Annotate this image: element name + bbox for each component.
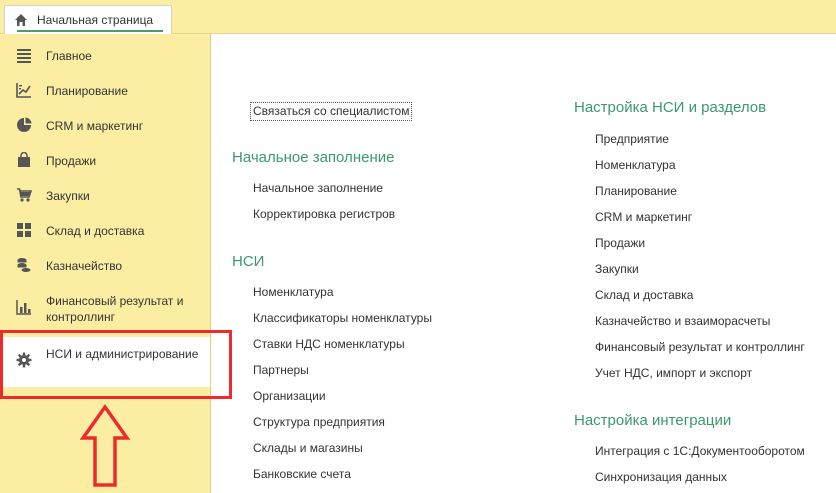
section-link[interactable]: Синхронизация данных: [595, 470, 727, 485]
planning-chart-icon: [16, 83, 31, 98]
section-link[interactable]: Закупки: [595, 262, 639, 277]
coins-icon: [17, 258, 31, 272]
sidebar-item-label: Планирование: [46, 84, 128, 98]
section-link[interactable]: Склад и доставка: [595, 288, 693, 303]
bar-chart-icon: [16, 300, 31, 315]
section-link[interactable]: Номенклатура: [595, 158, 676, 173]
sidebar-item-label: Склад и доставка: [46, 224, 145, 238]
section-link[interactable]: Интеграция с 1С:Документооборотом: [595, 444, 805, 459]
section-link[interactable]: Планирование: [595, 184, 677, 199]
section-link[interactable]: Предприятие: [595, 132, 669, 147]
section-link[interactable]: Номенклатура: [253, 285, 334, 300]
section-link[interactable]: Банковские счета: [253, 467, 351, 482]
sidebar-item-label: Финансовый результат и контроллинг: [46, 294, 184, 324]
section-link[interactable]: Казначейство и взаиморасчеты: [595, 314, 770, 329]
section-link[interactable]: Корректировка регистров: [253, 207, 395, 222]
sidebar-item-planning[interactable]: Планирование: [0, 79, 210, 101]
section-heading: Начальное заполнение: [232, 149, 395, 166]
section-link[interactable]: Классификаторы номенклатуры: [253, 311, 432, 326]
contact-specialist-link[interactable]: Связаться со специалистом: [250, 102, 413, 121]
sidebar-item-sales[interactable]: Продажи: [0, 149, 210, 171]
sidebar-item-main[interactable]: Главное: [0, 44, 210, 66]
cart-icon: [17, 188, 32, 202]
section-link[interactable]: Партнеры: [253, 363, 309, 378]
sidebar-item-label: Продажи: [46, 154, 97, 168]
sidebar-item-label: Казначейство: [46, 259, 123, 273]
section-link[interactable]: CRM и маркетинг: [595, 210, 692, 225]
section-link[interactable]: Начальное заполнение: [253, 181, 383, 196]
section-link[interactable]: Склады и магазины: [253, 441, 363, 456]
sidebar-item-warehouse[interactable]: Склад и доставка: [0, 219, 210, 241]
top-bar: Начальная страница: [0, 0, 836, 34]
grid-blocks-icon: [17, 223, 31, 237]
sidebar-item-label: Главное: [46, 49, 92, 63]
section-link[interactable]: Структура предприятия: [253, 415, 385, 430]
tab-home-page-label: Начальная страница: [37, 13, 154, 27]
section-link[interactable]: Продажи: [595, 236, 645, 251]
highlight-frame: [0, 330, 232, 399]
section-heading: Настройка НСИ и разделов: [574, 99, 767, 116]
section-link[interactable]: Ставки НДС номенклатуры: [253, 337, 405, 352]
main-content: Связаться со специалистом Начальное запо…: [212, 34, 836, 493]
sidebar-item-label: Закупки: [46, 189, 90, 203]
sidebar-item-financial-result[interactable]: Финансовый результат и контроллинг: [0, 289, 210, 325]
section-heading: НСИ: [232, 253, 265, 270]
sidebar-item-treasury[interactable]: Казначейство: [0, 254, 210, 276]
tab-active-underline: [17, 30, 163, 32]
sidebar-item-crm[interactable]: CRM и маркетинг: [0, 114, 210, 136]
menu-lines-icon: [17, 49, 31, 63]
tab-home-page[interactable]: Начальная страница: [4, 5, 172, 34]
up-arrow-icon: [80, 404, 130, 487]
pie-chart-icon: [17, 117, 32, 132]
home-icon: [15, 14, 27, 26]
sidebar-item-purchases[interactable]: Закупки: [0, 184, 210, 206]
section-link[interactable]: Организации: [253, 389, 326, 404]
section-link[interactable]: Финансовый результат и контроллинг: [595, 340, 805, 355]
section-heading: Настройка интеграции: [574, 412, 732, 429]
sidebar-item-label: CRM и маркетинг: [46, 119, 144, 133]
section-link[interactable]: Учет НДС, импорт и экспорт: [595, 366, 752, 381]
shopping-bag-icon: [18, 152, 30, 167]
